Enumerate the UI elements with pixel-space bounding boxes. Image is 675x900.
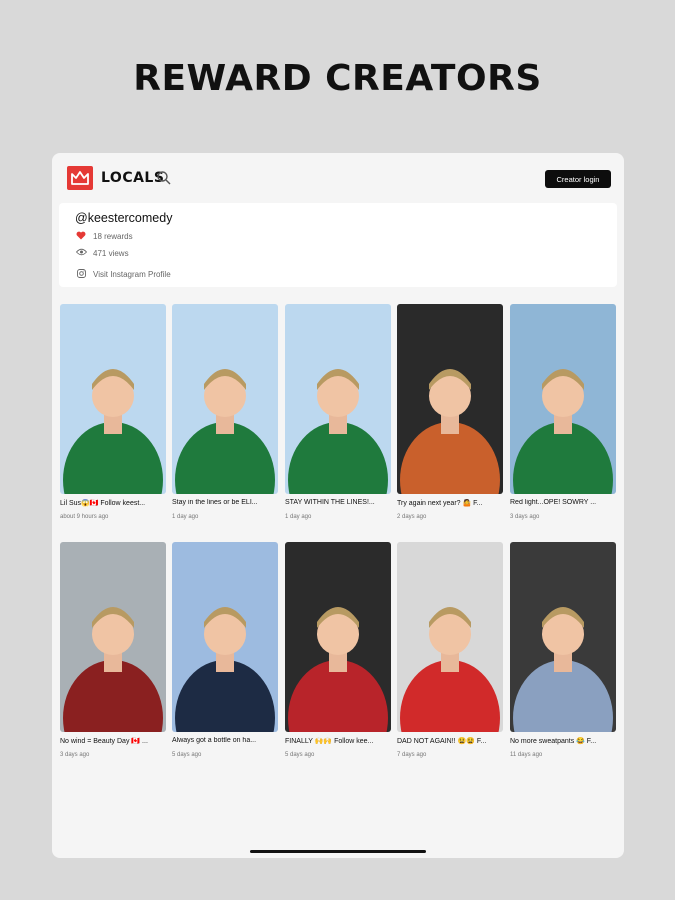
creator-login-button[interactable]: Creator login [545, 170, 611, 188]
video-thumbnail[interactable] [397, 542, 503, 732]
video-thumbnail[interactable] [60, 542, 166, 732]
headline: REWARD CREATORS [133, 58, 542, 99]
video-thumbnail[interactable] [285, 304, 391, 494]
video-thumbnail[interactable] [510, 542, 616, 732]
video-frame [285, 304, 391, 494]
video-frame [60, 542, 166, 732]
video-timestamp: 5 days ago [172, 752, 202, 758]
instagram-link-label: Visit Instagram Profile [93, 270, 171, 279]
video-thumbnail[interactable] [397, 304, 503, 494]
video-timestamp: 11 days ago [510, 752, 543, 758]
profile-handle[interactable]: @keestercomedy [75, 211, 172, 225]
video-timestamp: 2 days ago [397, 514, 427, 520]
top-bar: LOCALS Creator login [52, 153, 624, 203]
video-title[interactable]: STAY WITHIN THE LINES!... [285, 499, 391, 506]
video-thumbnail[interactable] [285, 542, 391, 732]
video-title[interactable]: FINALLY 🙌🙌 Follow kee... [285, 737, 391, 745]
video-title[interactable]: No more sweatpants 😂 F... [510, 737, 616, 745]
video-frame [510, 542, 616, 732]
video-timestamp: 3 days ago [510, 514, 540, 520]
video-frame [172, 542, 278, 732]
instagram-icon [75, 269, 87, 280]
rewards-count: 18 rewards [93, 232, 133, 241]
video-frame [60, 304, 166, 494]
video-thumbnail[interactable] [60, 304, 166, 494]
heart-icon [75, 231, 87, 242]
video-timestamp: 1 day ago [285, 514, 312, 520]
video-frame [510, 304, 616, 494]
profile-card: @keestercomedy 18 rewards 471 views Visi… [59, 203, 617, 287]
video-timestamp: 3 days ago [60, 752, 90, 758]
home-indicator[interactable] [250, 850, 426, 853]
video-title[interactable]: Stay in the lines or be ELI... [172, 499, 278, 506]
video-title[interactable]: Lil Sus😱🇨🇦 Follow keest... [60, 499, 166, 507]
video-timestamp: 5 days ago [285, 752, 315, 758]
video-title[interactable]: Try again next year? 🤷 F... [397, 499, 503, 507]
video-frame [285, 542, 391, 732]
video-frame [397, 542, 503, 732]
instagram-link[interactable]: Visit Instagram Profile [75, 269, 171, 280]
video-frame [397, 304, 503, 494]
search-icon[interactable] [156, 170, 172, 186]
brand-name[interactable]: LOCALS [101, 170, 164, 186]
video-timestamp: 7 days ago [397, 752, 427, 758]
eye-icon [75, 248, 87, 258]
video-timestamp: 1 day ago [172, 514, 199, 520]
video-thumbnail[interactable] [172, 542, 278, 732]
locals-crown-logo-icon[interactable] [67, 166, 93, 190]
views-stat: 471 views [75, 248, 129, 258]
video-thumbnail[interactable] [172, 304, 278, 494]
video-title[interactable]: Always got a bottle on ha... [172, 737, 278, 744]
app-window: LOCALS Creator login @keestercomedy 18 r… [52, 153, 624, 858]
video-title[interactable]: Red light...OPE! SOWRY ... [510, 499, 616, 506]
video-title[interactable]: DAD NOT AGAIN!! 😫😫 F... [397, 737, 503, 745]
views-count: 471 views [93, 248, 129, 258]
video-thumbnail[interactable] [510, 304, 616, 494]
video-title[interactable]: No wind = Beauty Day 🇨🇦 ... [60, 737, 166, 745]
video-timestamp: about 9 hours ago [60, 514, 109, 520]
rewards-stat: 18 rewards [75, 231, 133, 242]
video-frame [172, 304, 278, 494]
